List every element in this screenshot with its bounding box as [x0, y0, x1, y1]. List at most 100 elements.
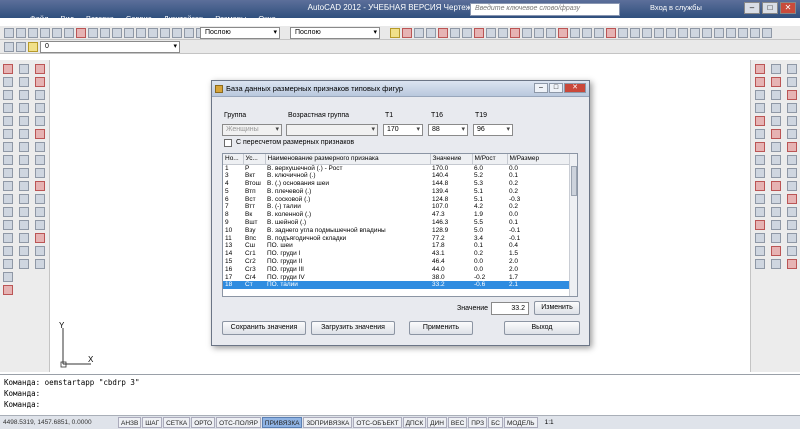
scale-icon[interactable]	[19, 155, 29, 165]
extra-icon[interactable]	[654, 28, 664, 38]
grading-tool-icon[interactable]	[787, 103, 797, 113]
grading-tool-icon[interactable]	[787, 233, 797, 243]
extra-icon[interactable]	[618, 28, 628, 38]
layer-combo[interactable]: 0	[40, 41, 180, 53]
bulb-icon[interactable]	[28, 42, 38, 52]
grading-tool-icon[interactable]	[787, 207, 797, 217]
extra-icon[interactable]	[582, 28, 592, 38]
ellipse-icon[interactable]	[3, 181, 13, 191]
table-row[interactable]: 16 Сг3 ПО. груди III 44.0 0.0 2.0	[223, 266, 570, 274]
status-toggle-button[interactable]: ПРЗ	[468, 417, 488, 428]
dialog-maximize-button[interactable]: □	[549, 83, 563, 93]
extra-icon[interactable]	[510, 28, 520, 38]
group-select[interactable]: Женщины	[222, 124, 282, 136]
load-values-button[interactable]: Загрузить значения	[311, 321, 395, 335]
figure-tool-icon[interactable]	[755, 168, 765, 178]
menu-view[interactable]: Вид	[60, 14, 74, 26]
copy-object-icon[interactable]	[19, 77, 29, 87]
grading-tool-icon[interactable]	[787, 142, 797, 152]
line-icon[interactable]	[3, 64, 13, 74]
cut-icon[interactable]	[76, 28, 86, 38]
pattern-tool-icon[interactable]	[771, 207, 781, 217]
t1-select[interactable]: 170	[383, 124, 423, 136]
save-values-button[interactable]: Сохранить значения	[222, 321, 306, 335]
t16-select[interactable]: 88	[428, 124, 468, 136]
pan-icon[interactable]	[148, 28, 158, 38]
extra-icon[interactable]	[558, 28, 568, 38]
pattern-tool-icon[interactable]	[771, 220, 781, 230]
menu-window[interactable]: Окно	[258, 14, 275, 26]
rectangle-icon[interactable]	[3, 116, 13, 126]
extra-icon[interactable]	[474, 28, 484, 38]
status-toggle-button[interactable]: БС	[488, 417, 503, 428]
coordinates-readout[interactable]: 4498.5319, 1457.6851, 0.0000	[0, 419, 118, 426]
grading-tool-icon[interactable]	[787, 90, 797, 100]
change-button[interactable]: Изменить	[534, 301, 580, 315]
figure-tool-icon[interactable]	[755, 220, 765, 230]
tool-icon[interactable]	[35, 168, 45, 178]
extra-icon[interactable]	[762, 28, 772, 38]
pattern-tool-icon[interactable]	[771, 116, 781, 126]
close-button[interactable]: ✕	[780, 2, 796, 14]
status-toggle-button[interactable]: ВЕС	[447, 417, 468, 428]
figure-tool-icon[interactable]	[755, 142, 765, 152]
extra-icon[interactable]	[426, 28, 436, 38]
extra-icon[interactable]	[690, 28, 700, 38]
extra-icon[interactable]	[402, 28, 412, 38]
preview-icon[interactable]	[52, 28, 62, 38]
status-toggle-button[interactable]: ОТС-ОБЪЕКТ	[353, 417, 402, 428]
extra-icon[interactable]	[726, 28, 736, 38]
command-prompt[interactable]: Команда:	[4, 399, 796, 410]
paste-icon[interactable]	[100, 28, 110, 38]
layer-state-icon[interactable]	[16, 42, 26, 52]
extra-icon[interactable]	[702, 28, 712, 38]
extra-icon[interactable]	[498, 28, 508, 38]
extra-icon[interactable]	[450, 28, 460, 38]
pattern-tool-icon[interactable]	[771, 155, 781, 165]
move-icon[interactable]	[19, 129, 29, 139]
mirror-icon[interactable]	[19, 90, 29, 100]
extra-icon[interactable]	[606, 28, 616, 38]
tool-icon[interactable]	[35, 259, 45, 269]
status-toggle-button[interactable]: ДПСК	[402, 417, 427, 428]
fillet-icon[interactable]	[19, 246, 29, 256]
recalc-checkbox[interactable]	[224, 139, 232, 147]
point-icon[interactable]	[3, 220, 13, 230]
pattern-tool-icon[interactable]	[771, 194, 781, 204]
col-height-step[interactable]: М/Рост	[472, 154, 508, 165]
circle-icon[interactable]	[3, 142, 13, 152]
redo-icon[interactable]	[136, 28, 146, 38]
status-toggle-button[interactable]: ОТС-ПОЛЯР	[216, 417, 261, 428]
table-row[interactable]: 8 Вк В. коленной (.) 47.3 1.9 0.0	[223, 211, 570, 219]
gradient-icon[interactable]	[3, 246, 13, 256]
figure-tool-icon[interactable]	[755, 155, 765, 165]
table-row[interactable]: 6 Вст В. сосковой (.) 124.8 5.1 -0.3	[223, 196, 570, 204]
extend-icon[interactable]	[19, 194, 29, 204]
extra-icon[interactable]	[570, 28, 580, 38]
tool-icon[interactable]	[35, 207, 45, 217]
save-icon[interactable]	[28, 28, 38, 38]
extra-icon[interactable]	[546, 28, 556, 38]
extra-icon[interactable]	[642, 28, 652, 38]
grading-tool-icon[interactable]	[787, 220, 797, 230]
layer-manager-icon[interactable]	[4, 42, 14, 52]
zoom-icon[interactable]	[160, 28, 170, 38]
status-toggle-button[interactable]: ШАГ	[142, 417, 163, 428]
linetype-combo[interactable]: Послою	[290, 27, 380, 39]
figure-tool-icon[interactable]	[755, 64, 765, 74]
explode-icon[interactable]	[19, 259, 29, 269]
figure-tool-icon[interactable]	[755, 116, 765, 126]
table-icon[interactable]	[3, 272, 13, 282]
table-row[interactable]: 5 Втп В. плечевой (.) 139.4 5.1 0.2	[223, 188, 570, 196]
extra-icon[interactable]	[486, 28, 496, 38]
extra-icon[interactable]	[390, 28, 400, 38]
hatch-icon[interactable]	[3, 233, 13, 243]
table-row[interactable]: 3 Вкт В. ключичной (.) 140.4 5.2 0.1	[223, 172, 570, 180]
extra-icon[interactable]	[438, 28, 448, 38]
tool-icon[interactable]	[35, 129, 45, 139]
grading-tool-icon[interactable]	[787, 168, 797, 178]
grading-tool-icon[interactable]	[787, 129, 797, 139]
array-icon[interactable]	[19, 116, 29, 126]
pattern-tool-icon[interactable]	[771, 64, 781, 74]
insert-block-icon[interactable]	[3, 194, 13, 204]
